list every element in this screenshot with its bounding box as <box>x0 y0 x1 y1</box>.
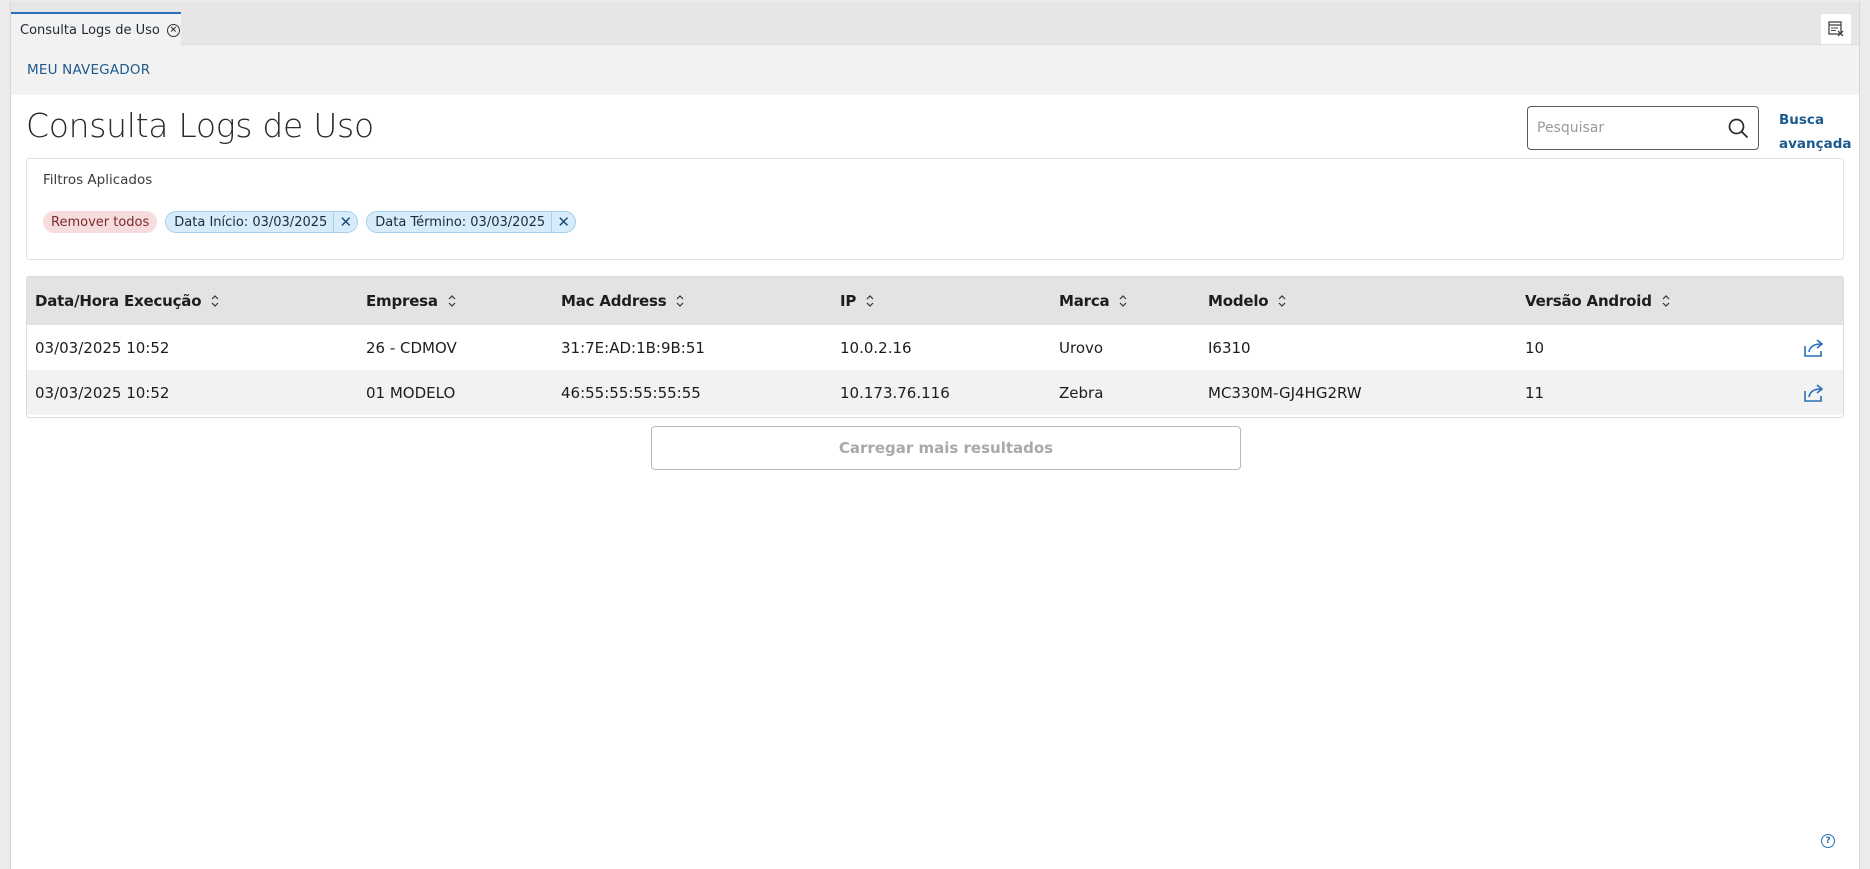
logs-table: Data/Hora Execução Empresa Mac Address I… <box>26 276 1844 418</box>
cell-modelo: MC330M-GJ4HG2RW <box>1208 383 1362 402</box>
row-share-button[interactable] <box>1803 325 1825 370</box>
column-label: Empresa <box>366 292 438 310</box>
cell-marca: Urovo <box>1059 338 1104 357</box>
filter-chip-label: Data Término: 03/03/2025 <box>375 214 546 230</box>
column-label: IP <box>840 292 857 310</box>
cell-versao-android: 11 <box>1525 383 1545 402</box>
load-more-button[interactable]: Carregar mais resultados <box>651 426 1241 470</box>
sort-icon[interactable] <box>211 294 219 308</box>
close-icon[interactable]: ✕ <box>333 211 357 233</box>
cell-empresa: 26 - CDMOV <box>366 338 457 357</box>
cell-modelo: I6310 <box>1208 338 1251 357</box>
cell-empresa: 01 MODELO <box>366 383 456 402</box>
table-header: Data/Hora Execução Empresa Mac Address I… <box>27 277 1843 325</box>
column-header-marca[interactable]: Marca <box>1059 277 1127 325</box>
column-label: Modelo <box>1208 292 1269 310</box>
sort-icon[interactable] <box>1662 294 1670 308</box>
column-header-mac-address[interactable]: Mac Address <box>561 277 684 325</box>
sort-icon[interactable] <box>1278 294 1286 308</box>
filter-chip-data-termino: Data Término: 03/03/2025 ✕ <box>366 211 577 233</box>
search-icon[interactable] <box>1727 117 1749 139</box>
search-input[interactable] <box>1537 120 1727 136</box>
window-tools-button[interactable] <box>1821 14 1851 44</box>
help-icon[interactable]: ? <box>1821 834 1835 848</box>
search-box <box>1527 106 1759 150</box>
advanced-search-line1: Busca <box>1779 112 1825 128</box>
app-frame: Consulta Logs de Uso × MEU NAVEGADOR Con… <box>10 2 1860 869</box>
table-row[interactable]: 03/03/2025 10:52 26 - CDMOV 31:7E:AD:1B:… <box>27 325 1843 370</box>
column-header-data-hora[interactable]: Data/Hora Execução <box>35 277 219 325</box>
tab-label: Consulta Logs de Uso <box>20 22 160 38</box>
page-title: Consulta Logs de Uso <box>26 106 374 145</box>
column-label: Marca <box>1059 292 1110 310</box>
column-header-versao-android[interactable]: Versão Android <box>1525 277 1670 325</box>
tab-consulta-logs[interactable]: Consulta Logs de Uso × <box>11 12 181 46</box>
close-icon[interactable]: ✕ <box>551 211 575 233</box>
sort-icon[interactable] <box>676 294 684 308</box>
applied-filters-panel: Filtros Aplicados Remover todos Data Iní… <box>26 158 1844 260</box>
cell-marca: Zebra <box>1059 383 1104 402</box>
sort-icon[interactable] <box>866 294 874 308</box>
column-header-empresa[interactable]: Empresa <box>366 277 456 325</box>
breadcrumb: MEU NAVEGADOR <box>11 45 1859 95</box>
window-tools-icon <box>1828 21 1844 37</box>
cell-ip: 10.173.76.116 <box>840 383 950 402</box>
cell-mac-address: 46:55:55:55:55:55 <box>561 383 701 402</box>
cell-data-hora: 03/03/2025 10:52 <box>35 338 170 357</box>
filter-chip-data-inicio: Data Início: 03/03/2025 ✕ <box>165 211 359 233</box>
filters-title: Filtros Aplicados <box>43 172 153 188</box>
filter-chips: Remover todos Data Início: 03/03/2025 ✕ … <box>43 211 577 233</box>
column-header-modelo[interactable]: Modelo <box>1208 277 1286 325</box>
table-row[interactable]: 03/03/2025 10:52 01 MODELO 46:55:55:55:5… <box>27 370 1843 415</box>
breadcrumb-meu-navegador[interactable]: MEU NAVEGADOR <box>27 62 150 78</box>
sort-icon[interactable] <box>448 294 456 308</box>
cell-ip: 10.0.2.16 <box>840 338 912 357</box>
column-label: Mac Address <box>561 292 667 310</box>
remove-all-filters-button[interactable]: Remover todos <box>43 211 158 233</box>
share-icon <box>1804 338 1824 357</box>
cell-versao-android: 10 <box>1525 338 1545 357</box>
cell-data-hora: 03/03/2025 10:52 <box>35 383 170 402</box>
row-share-button[interactable] <box>1803 370 1825 415</box>
tab-bar: Consulta Logs de Uso × <box>11 2 1859 46</box>
sort-icon[interactable] <box>1119 294 1127 308</box>
advanced-search-line2: avançada <box>1779 136 1852 152</box>
close-circle-icon[interactable]: × <box>166 23 180 37</box>
column-header-ip[interactable]: IP <box>840 277 874 325</box>
advanced-search-link[interactable]: Busca avançada <box>1779 108 1852 156</box>
share-icon <box>1804 383 1824 402</box>
cell-mac-address: 31:7E:AD:1B:9B:51 <box>561 338 705 357</box>
filter-chip-label: Data Início: 03/03/2025 <box>174 214 328 230</box>
column-label: Data/Hora Execução <box>35 292 202 310</box>
column-label: Versão Android <box>1525 292 1652 310</box>
